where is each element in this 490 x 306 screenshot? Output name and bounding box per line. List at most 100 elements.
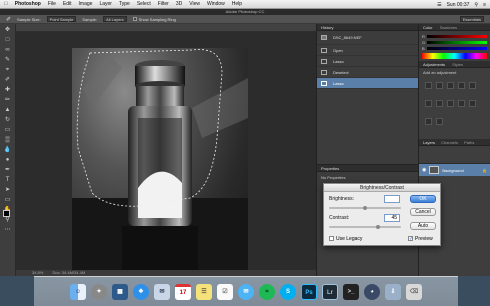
menu-select[interactable]: Select	[137, 0, 151, 9]
curves-adjust-icon[interactable]	[447, 82, 454, 89]
menu-layer[interactable]: Layer	[99, 0, 112, 9]
eyedropper-icon[interactable]: ✐	[6, 16, 11, 23]
hue-adjust-icon[interactable]	[425, 100, 432, 107]
color-tab[interactable]: Color	[423, 25, 433, 30]
menu-filter[interactable]: Filter	[158, 0, 169, 9]
downloads-icon[interactable]: ⇩	[385, 283, 401, 300]
calendar-icon[interactable]: 17	[175, 283, 191, 300]
history-brush-tool-icon[interactable]: ↻	[4, 116, 12, 124]
mail-icon[interactable]: ✉	[154, 283, 170, 300]
blur-tool-icon[interactable]: 💧	[4, 146, 12, 154]
menu-3d[interactable]: 3D	[176, 0, 182, 9]
use-legacy-checkbox[interactable]	[329, 236, 334, 242]
color-balance-adjust-icon[interactable]	[436, 100, 443, 107]
terminal-icon[interactable]: >_	[343, 283, 359, 300]
apple-menu-icon[interactable]: 	[4, 0, 8, 9]
more-tools-icon[interactable]: ⋯	[4, 226, 12, 234]
path-select-tool-icon[interactable]: ➤	[4, 186, 12, 194]
dodge-tool-icon[interactable]: ●	[4, 156, 12, 164]
history-step-open[interactable]: Open	[317, 45, 418, 56]
trash-icon[interactable]: ⌫	[406, 283, 422, 300]
wifi-icon[interactable]: ☰	[437, 2, 441, 8]
exposure-adjust-icon[interactable]	[458, 82, 465, 89]
brightness-input[interactable]	[384, 195, 400, 203]
lightroom-icon[interactable]: Lr	[322, 283, 338, 300]
gradient-tool-icon[interactable]: ▒	[4, 136, 12, 144]
ok-button[interactable]: OK	[410, 195, 436, 203]
history-snapshot[interactable]: DSC_8649.NEF	[317, 31, 418, 45]
styles-tab[interactable]: Styles	[452, 62, 463, 67]
doc-info[interactable]: Doc: 34.4M/34.4M	[52, 270, 85, 275]
finder-icon[interactable]: ☺	[70, 283, 86, 300]
crop-tool-icon[interactable]: ⌖	[4, 66, 12, 74]
channel-mixer-adjust-icon[interactable]	[469, 100, 476, 107]
layer-row-background[interactable]: ◉ Background 🔒	[419, 164, 490, 176]
notes-icon[interactable]: ☰	[196, 283, 212, 300]
document-canvas[interactable]	[16, 32, 316, 270]
eraser-tool-icon[interactable]: ▭	[4, 126, 12, 134]
safari-icon[interactable]: ❖	[133, 283, 149, 300]
threshold-adjust-icon[interactable]	[436, 118, 443, 125]
photoshop-icon[interactable]: Ps	[301, 283, 317, 300]
workspace-select[interactable]: Essentials	[459, 16, 484, 22]
contrast-slider-thumb[interactable]	[376, 225, 380, 229]
history-step-lasso[interactable]: Lasso	[317, 56, 418, 67]
contrast-slider-track[interactable]	[329, 226, 401, 228]
dashboard-icon[interactable]: ◕	[364, 283, 380, 300]
eye-icon[interactable]: ◉	[422, 167, 426, 173]
pen-tool-icon[interactable]: ✒	[4, 166, 12, 174]
sample-select[interactable]: All Layers	[103, 16, 127, 22]
brush-tool-icon[interactable]: ✏	[4, 96, 12, 104]
zoom-level[interactable]: 34.8%	[32, 270, 43, 275]
menu-file[interactable]: File	[48, 0, 56, 9]
menu-view[interactable]: View	[189, 0, 200, 9]
zoom-tool-icon[interactable]: ⚲	[4, 216, 12, 224]
menu-type[interactable]: Type	[119, 0, 130, 9]
history-tab[interactable]: History	[317, 24, 418, 31]
swatches-tab[interactable]: Swatches	[440, 25, 457, 30]
shape-tool-icon[interactable]: ▭	[4, 196, 12, 204]
brightness-slider-thumb[interactable]	[363, 206, 367, 210]
vibrance-adjust-icon[interactable]	[469, 82, 476, 89]
channels-tab[interactable]: Channels	[441, 140, 458, 145]
photo-filter-adjust-icon[interactable]	[458, 100, 465, 107]
move-tool-icon[interactable]: ✥	[4, 26, 12, 34]
search-icon[interactable]: ⚲	[474, 2, 478, 8]
show-ring-option[interactable]: Show Sampling Ring	[132, 17, 176, 22]
quick-select-tool-icon[interactable]: ✎	[4, 56, 12, 64]
brightness-adjust-icon[interactable]	[425, 82, 432, 89]
layers-tab[interactable]: Layers	[423, 140, 435, 145]
marquee-tool-icon[interactable]: □	[4, 36, 12, 44]
menu-edit[interactable]: Edit	[63, 0, 72, 9]
paths-tab[interactable]: Paths	[464, 140, 474, 145]
photo-image[interactable]	[72, 48, 248, 270]
contrast-input[interactable]	[384, 214, 400, 222]
adjustments-tab[interactable]: Adjustments	[423, 62, 445, 67]
eyedropper-tool-icon[interactable]: ✐	[4, 76, 12, 84]
menu-help[interactable]: Help	[232, 0, 242, 9]
levels-adjust-icon[interactable]	[436, 82, 443, 89]
properties-tab[interactable]: Properties	[317, 165, 418, 172]
invert-adjust-icon[interactable]	[425, 118, 432, 125]
stamp-tool-icon[interactable]: ▲	[4, 106, 12, 114]
skype-icon[interactable]: S	[280, 283, 296, 300]
bw-adjust-icon[interactable]	[447, 100, 454, 107]
blue-slider[interactable]: B	[419, 45, 490, 51]
preview-checkbox[interactable]: ✓	[408, 236, 413, 242]
menu-window[interactable]: Window	[207, 0, 225, 9]
menu-app-name[interactable]: Photoshop	[15, 0, 41, 9]
type-tool-icon[interactable]: T	[4, 176, 12, 184]
auto-button[interactable]: Auto	[410, 222, 436, 230]
list-icon[interactable]: ≡	[483, 2, 486, 8]
messages-icon[interactable]: ✉	[238, 283, 254, 300]
menu-clock[interactable]: Sun 00:37	[447, 2, 470, 8]
mission-control-icon[interactable]: ▦	[112, 283, 128, 300]
preview-option[interactable]: ✓ Preview	[408, 236, 433, 242]
healing-tool-icon[interactable]: ✚	[4, 86, 12, 94]
foreground-color-swatch[interactable]	[3, 210, 10, 217]
spotify-icon[interactable]: ≈	[259, 283, 275, 300]
use-legacy-option[interactable]: Use Legacy	[329, 236, 362, 242]
color-spectrum[interactable]	[422, 53, 487, 59]
show-ring-checkbox[interactable]	[132, 17, 137, 22]
lasso-tool-icon[interactable]: ∞	[4, 46, 12, 54]
